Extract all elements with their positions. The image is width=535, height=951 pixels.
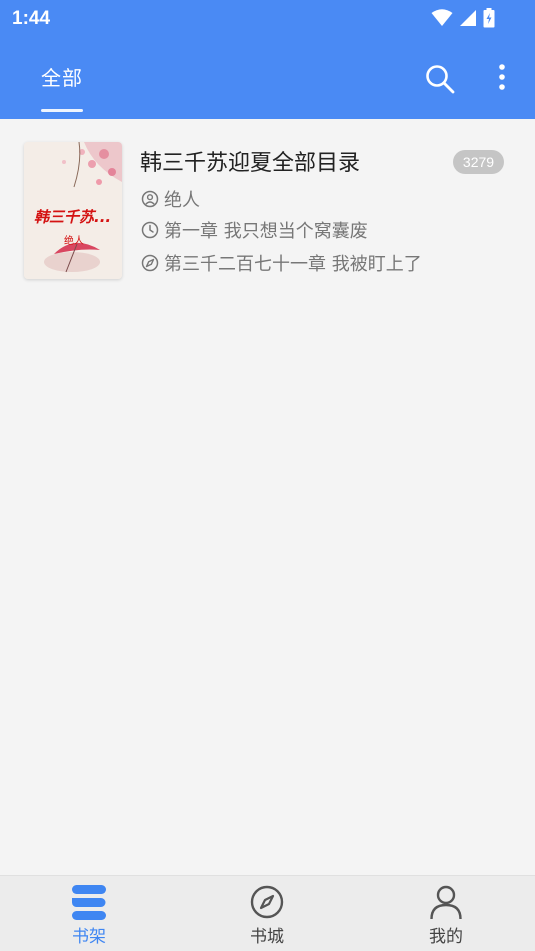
tab-indicator <box>41 109 83 112</box>
unread-count-badge: 3279 <box>453 150 504 174</box>
more-vertical-icon[interactable] <box>492 62 512 96</box>
latest-chapter-row: 第三千二百七十一章 我被盯上了 <box>141 250 422 276</box>
status-icons <box>431 8 495 28</box>
nav-bookshelf-label: 书架 <box>72 927 106 947</box>
book-list-item[interactable]: 韩三千苏... 绝人 韩三千苏迎夏全部目录 3279 绝人 第一章 我只想当个窝… <box>0 132 535 292</box>
toolbar: 全部 <box>0 38 535 119</box>
author-icon <box>141 190 159 208</box>
book-author: 绝人 <box>164 190 200 211</box>
clock-icon <box>141 221 159 239</box>
nav-bookstore[interactable]: 书城 <box>207 876 327 951</box>
bottom-navigation: 书架 书城 我的 <box>0 875 535 951</box>
last-read-row: 第一章 我只想当个窝囊废 <box>141 217 368 243</box>
tab-all[interactable]: 全部 <box>41 62 83 91</box>
status-bar: 1:44 <box>0 0 535 38</box>
compass-icon <box>141 254 159 272</box>
nav-bookstore-label: 书城 <box>250 927 284 947</box>
status-time: 1:44 <box>12 8 51 29</box>
bookshelf-icon <box>71 885 106 920</box>
nav-profile-label: 我的 <box>429 927 463 947</box>
battery-icon <box>483 8 495 28</box>
wifi-icon <box>431 9 453 26</box>
cover-title: 韩三千苏... <box>34 208 112 226</box>
search-icon[interactable] <box>423 62 457 96</box>
last-read-chapter: 第一章 我只想当个窝囊废 <box>164 221 368 242</box>
book-author-row: 绝人 <box>141 186 200 212</box>
compass-icon <box>250 885 284 919</box>
nav-profile[interactable]: 我的 <box>386 876 506 951</box>
nav-bookshelf[interactable]: 书架 <box>29 876 149 951</box>
app-bar: 1:44 全部 <box>0 0 535 119</box>
app-root: 1:44 全部 韩三千苏... 绝人 韩三千苏迎夏全部目录 3279 绝人 第一… <box>0 0 535 951</box>
cover-author: 绝人 <box>64 236 84 247</box>
person-icon <box>430 885 462 920</box>
signal-icon <box>460 10 476 26</box>
book-title: 韩三千苏迎夏全部目录 <box>140 151 361 176</box>
book-cover[interactable]: 韩三千苏... 绝人 <box>24 142 122 279</box>
latest-chapter: 第三千二百七十一章 我被盯上了 <box>164 254 422 275</box>
